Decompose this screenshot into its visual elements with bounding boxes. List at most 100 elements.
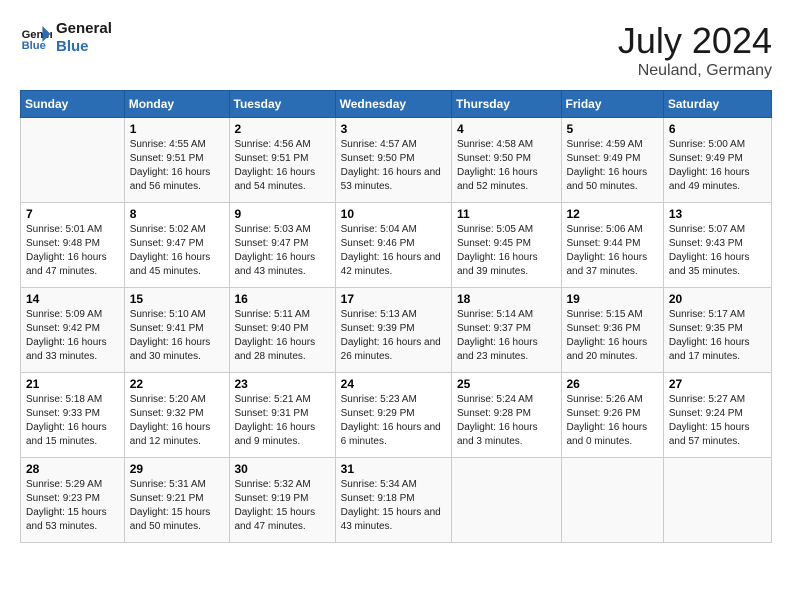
day-info: Sunrise: 5:17 AMSunset: 9:35 PMDaylight:…: [669, 308, 766, 364]
day-number: 28: [26, 462, 119, 476]
calendar-cell: 18Sunrise: 5:14 AMSunset: 9:37 PMDayligh…: [451, 288, 561, 373]
calendar-week-2: 7 Sunrise: 5:01 AMSunset: 9:48 PMDaylight…: [21, 203, 772, 288]
calendar-cell: 12 Sunrise: 5:06 AMSunset: 9:44 PMDayligh…: [561, 203, 663, 288]
calendar-week-4: 21Sunrise: 5:18 AMSunset: 9:33 PMDayligh…: [21, 373, 772, 458]
day-info: Sunrise: 5:15 AMSunset: 9:36 PMDaylight:…: [567, 308, 658, 364]
calendar-cell: [663, 458, 771, 543]
calendar-cell: 10 Sunrise: 5:04 AMSunset: 9:46 PMDayligh…: [335, 203, 451, 288]
calendar-cell: 24 Sunrise: 5:23 AMSunset: 9:29 PMDayligh…: [335, 373, 451, 458]
day-info: Sunrise: 5:34 AMSunset: 9:18 PMDaylight:…: [341, 478, 446, 534]
day-info: Sunrise: 5:05 AMSunset: 9:45 PMDaylight:…: [457, 223, 556, 279]
day-number: 9: [235, 207, 330, 221]
day-number: 3: [341, 122, 446, 136]
page-header: General Blue General Blue July 2024 Neul…: [20, 20, 772, 80]
calendar-cell: 27 Sunrise: 5:27 AMSunset: 9:24 PMDayligh…: [663, 373, 771, 458]
day-info: Sunrise: 5:02 AMSunset: 9:47 PMDaylight:…: [130, 223, 224, 279]
day-number: 5: [567, 122, 658, 136]
day-info: Sunrise: 5:20 AMSunset: 9:32 PMDaylight:…: [130, 393, 224, 449]
day-number: 11: [457, 207, 556, 221]
day-info: Sunrise: 4:55 AMSunset: 9:51 PMDaylight:…: [130, 138, 224, 194]
day-info: Sunrise: 5:04 AMSunset: 9:46 PMDaylight:…: [341, 223, 446, 279]
day-info: Sunrise: 5:03 AMSunset: 9:47 PMDaylight:…: [235, 223, 330, 279]
day-number: 20: [669, 292, 766, 306]
day-info: Sunrise: 4:57 AMSunset: 9:50 PMDaylight:…: [341, 138, 446, 194]
day-info: Sunrise: 5:14 AMSunset: 9:37 PMDaylight:…: [457, 308, 556, 364]
day-info: Sunrise: 5:26 AMSunset: 9:26 PMDaylight:…: [567, 393, 658, 449]
day-number: 23: [235, 377, 330, 391]
day-number: 31: [341, 462, 446, 476]
calendar-cell: 6 Sunrise: 5:00 AMSunset: 9:49 PMDaylight…: [663, 118, 771, 203]
day-number: 8: [130, 207, 224, 221]
day-number: 1: [130, 122, 224, 136]
day-number: 26: [567, 377, 658, 391]
calendar-cell: 29 Sunrise: 5:31 AMSunset: 9:21 PMDayligh…: [124, 458, 229, 543]
calendar-week-1: 1 Sunrise: 4:55 AMSunset: 9:51 PMDaylight…: [21, 118, 772, 203]
day-info: Sunrise: 4:56 AMSunset: 9:51 PMDaylight:…: [235, 138, 330, 194]
title-area: July 2024 Neuland, Germany: [618, 20, 772, 80]
calendar-cell: 8 Sunrise: 5:02 AMSunset: 9:47 PMDaylight…: [124, 203, 229, 288]
svg-text:Blue: Blue: [22, 40, 46, 52]
day-number: 10: [341, 207, 446, 221]
day-info: Sunrise: 5:07 AMSunset: 9:43 PMDaylight:…: [669, 223, 766, 279]
calendar-cell: 7 Sunrise: 5:01 AMSunset: 9:48 PMDaylight…: [21, 203, 125, 288]
calendar-cell: 16 Sunrise: 5:11 AMSunset: 9:40 PMDayligh…: [229, 288, 335, 373]
calendar-header-tuesday: Tuesday: [229, 91, 335, 118]
calendar-cell: 3 Sunrise: 4:57 AMSunset: 9:50 PMDaylight…: [335, 118, 451, 203]
day-info: Sunrise: 5:01 AMSunset: 9:48 PMDaylight:…: [26, 223, 119, 279]
calendar-table: SundayMondayTuesdayWednesdayThursdayFrid…: [20, 90, 772, 543]
logo-icon: General Blue: [20, 22, 52, 54]
calendar-cell: 15 Sunrise: 5:10 AMSunset: 9:41 PMDayligh…: [124, 288, 229, 373]
day-info: Sunrise: 5:27 AMSunset: 9:24 PMDaylight:…: [669, 393, 766, 449]
day-number: 2: [235, 122, 330, 136]
day-info: Sunrise: 5:00 AMSunset: 9:49 PMDaylight:…: [669, 138, 766, 194]
day-number: 15: [130, 292, 224, 306]
day-number: 17: [341, 292, 446, 306]
day-info: Sunrise: 5:32 AMSunset: 9:19 PMDaylight:…: [235, 478, 330, 534]
day-number: 21: [26, 377, 119, 391]
day-info: Sunrise: 5:09 AMSunset: 9:42 PMDaylight:…: [26, 308, 119, 364]
calendar-cell: 22 Sunrise: 5:20 AMSunset: 9:32 PMDayligh…: [124, 373, 229, 458]
calendar-cell: 2 Sunrise: 4:56 AMSunset: 9:51 PMDaylight…: [229, 118, 335, 203]
calendar-header-sunday: Sunday: [21, 91, 125, 118]
day-info: Sunrise: 5:06 AMSunset: 9:44 PMDaylight:…: [567, 223, 658, 279]
calendar-header-row: SundayMondayTuesdayWednesdayThursdayFrid…: [21, 91, 772, 118]
calendar-header-wednesday: Wednesday: [335, 91, 451, 118]
day-info: Sunrise: 5:21 AMSunset: 9:31 PMDaylight:…: [235, 393, 330, 449]
day-number: 6: [669, 122, 766, 136]
calendar-header-thursday: Thursday: [451, 91, 561, 118]
day-info: Sunrise: 4:59 AMSunset: 9:49 PMDaylight:…: [567, 138, 658, 194]
day-number: 29: [130, 462, 224, 476]
calendar-cell: 31 Sunrise: 5:34 AMSunset: 9:18 PMDayligh…: [335, 458, 451, 543]
day-info: Sunrise: 5:31 AMSunset: 9:21 PMDaylight:…: [130, 478, 224, 534]
day-info: Sunrise: 5:23 AMSunset: 9:29 PMDaylight:…: [341, 393, 446, 449]
calendar-header-monday: Monday: [124, 91, 229, 118]
day-info: Sunrise: 5:29 AMSunset: 9:23 PMDaylight:…: [26, 478, 119, 534]
day-number: 12: [567, 207, 658, 221]
calendar-cell: 30Sunrise: 5:32 AMSunset: 9:19 PMDayligh…: [229, 458, 335, 543]
calendar-cell: 14Sunrise: 5:09 AMSunset: 9:42 PMDayligh…: [21, 288, 125, 373]
day-info: Sunrise: 5:10 AMSunset: 9:41 PMDaylight:…: [130, 308, 224, 364]
calendar-cell: 28 Sunrise: 5:29 AMSunset: 9:23 PMDayligh…: [21, 458, 125, 543]
calendar-cell: 11 Sunrise: 5:05 AMSunset: 9:45 PMDayligh…: [451, 203, 561, 288]
day-number: 24: [341, 377, 446, 391]
location-title: Neuland, Germany: [618, 62, 772, 80]
day-info: Sunrise: 5:13 AMSunset: 9:39 PMDaylight:…: [341, 308, 446, 364]
calendar-cell: 5 Sunrise: 4:59 AMSunset: 9:49 PMDaylight…: [561, 118, 663, 203]
day-number: 25: [457, 377, 556, 391]
calendar-cell: 9 Sunrise: 5:03 AMSunset: 9:47 PMDaylight…: [229, 203, 335, 288]
day-info: Sunrise: 5:11 AMSunset: 9:40 PMDaylight:…: [235, 308, 330, 364]
calendar-week-3: 14Sunrise: 5:09 AMSunset: 9:42 PMDayligh…: [21, 288, 772, 373]
calendar-cell: 1 Sunrise: 4:55 AMSunset: 9:51 PMDaylight…: [124, 118, 229, 203]
day-number: 16: [235, 292, 330, 306]
calendar-cell: 26 Sunrise: 5:26 AMSunset: 9:26 PMDayligh…: [561, 373, 663, 458]
calendar-cell: 25Sunrise: 5:24 AMSunset: 9:28 PMDayligh…: [451, 373, 561, 458]
day-number: 7: [26, 207, 119, 221]
calendar-cell: 4Sunrise: 4:58 AMSunset: 9:50 PMDaylight…: [451, 118, 561, 203]
day-number: 4: [457, 122, 556, 136]
logo-line1: General: [56, 20, 112, 38]
day-number: 22: [130, 377, 224, 391]
day-number: 13: [669, 207, 766, 221]
calendar-cell: 21Sunrise: 5:18 AMSunset: 9:33 PMDayligh…: [21, 373, 125, 458]
day-number: 27: [669, 377, 766, 391]
calendar-cell: 19Sunrise: 5:15 AMSunset: 9:36 PMDayligh…: [561, 288, 663, 373]
